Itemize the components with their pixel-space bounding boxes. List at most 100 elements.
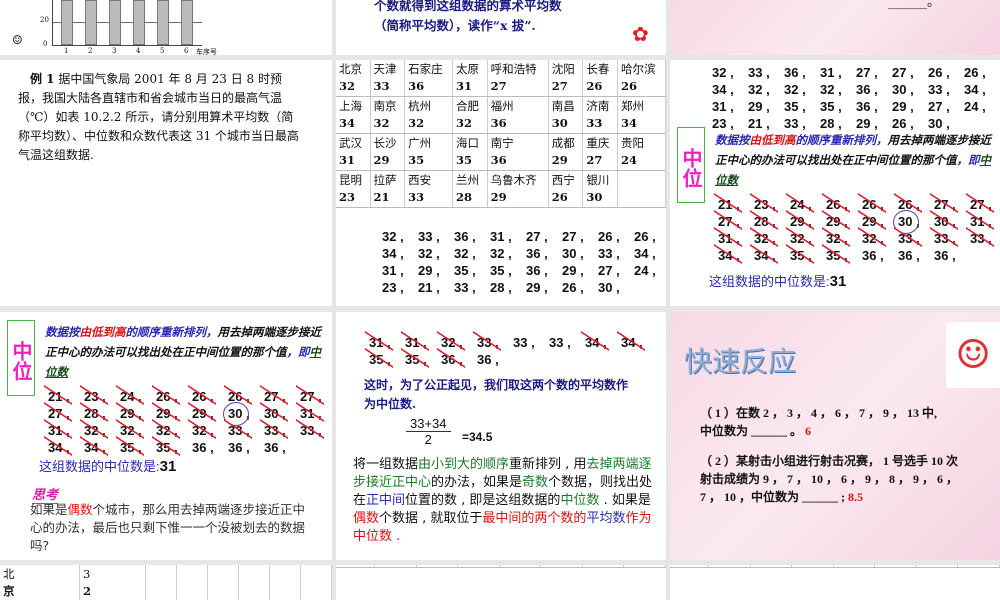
data-value: 34 ,: [634, 246, 656, 261]
slide-thumbnail-10[interactable]: 北京32: [0, 565, 332, 600]
data-value: 36 ,: [437, 348, 477, 368]
temperature: 33: [408, 190, 425, 204]
data-value: 26 ,: [562, 280, 584, 295]
slide-thumbnail-1[interactable]: 20 0 1 2 3 4 5 6 车序号 ☺: [0, 0, 332, 55]
number: 36: [477, 352, 492, 367]
temperature: 30: [586, 190, 603, 204]
data-value: 30 ,: [892, 82, 914, 97]
number: 32: [192, 423, 207, 438]
temperature: 27: [551, 79, 568, 93]
rule-segment: 正中间: [366, 493, 406, 508]
text-line: 个数就得到这组数据的算术平均数: [374, 0, 562, 13]
slide-thumbnail-4[interactable]: 例 1 据中国气象局 2001 年 8 月 23 日 8 时预报，我国大陆各直辖…: [0, 60, 332, 306]
chart-bar: [181, 0, 193, 45]
city-name: 西安: [408, 173, 432, 187]
city-name: 兰州: [456, 173, 480, 187]
city-name: 沈阳: [551, 62, 575, 76]
number: 32: [454, 246, 469, 261]
data-value: 36 ,: [192, 440, 214, 455]
slide-thumbnail-5[interactable]: 北京 32 天津 33 石家庄 36 太原 31 呼和浩特 27 沈阳 27 长春 26 哈尔滨 26 上海 34…: [336, 60, 666, 306]
answer: 8.5: [848, 490, 863, 504]
city-table: [336, 565, 666, 568]
number: 32: [748, 82, 763, 97]
temperature: 31: [339, 153, 356, 167]
table-cell: [269, 565, 301, 600]
number: 35: [784, 99, 799, 114]
question-2: （ 2 ）某射击小组进行射击况赛， 1 号选手 10 次 射击成绩为 9 ， 7…: [700, 452, 958, 506]
number: 32: [862, 231, 877, 246]
table-cell: 武汉 31: [336, 133, 371, 171]
text-line: 中位数为 ______ 。: [700, 424, 803, 438]
median-result: 这组数据的中位数是:31: [39, 456, 176, 475]
rule-segment: 奇数: [522, 475, 549, 490]
x-axis-label: 车序号: [196, 48, 217, 55]
chart-bar: [157, 0, 169, 45]
data-value: 21 ,: [418, 280, 440, 295]
data-value: 32 ,: [490, 246, 512, 261]
think-question: 如果是偶数个城市，那么用去掉两端逐步接近正中心的办法，最后也只剩下惟一一个没被划…: [30, 501, 315, 555]
table-cell: [874, 565, 917, 568]
data-value: 34 ,: [964, 82, 986, 97]
table-cell: [416, 565, 459, 568]
slide-thumbnail-9[interactable]: 快速反应 ☺ （ 1 ）在数 2 ， 3 ， 4 ， 6 ， 7 ， 9 ， 1…: [670, 312, 1000, 560]
data-value: 29 ,: [892, 99, 914, 114]
number: 36: [228, 440, 243, 455]
slide-thumbnail-2[interactable]: 个数就得到这组数据的算术平均数 （简称平均数），读作“x 拔”. ✿: [336, 0, 666, 55]
explain-segment: 的顺序重新排列，: [125, 325, 218, 339]
number: 34: [84, 440, 99, 455]
rule-segment: 的办法，如果是: [431, 475, 523, 490]
slide-thumbnail-11[interactable]: [336, 565, 666, 600]
table-row: 昆明 23 拉萨 21 西安 33 兰州 28 乌鲁木齐 29 西宁 26 银川 30: [336, 170, 666, 208]
text-line: （ 2 ）某射击小组进行射击况赛， 1 号选手 10 次: [700, 454, 959, 468]
data-value: 26 ,: [964, 65, 986, 80]
table-cell: [833, 565, 876, 568]
number: 35: [454, 263, 469, 278]
data-value: 32 ,: [712, 65, 734, 80]
table-row: [670, 565, 1000, 568]
data-value: 33 ,: [418, 229, 440, 244]
slide-thumbnail-12[interactable]: [670, 565, 1000, 600]
data-value: 32 ,: [784, 82, 806, 97]
table-cell: 福州 36: [487, 96, 549, 134]
number: 33: [513, 335, 528, 350]
city-name: 呼和浩特: [490, 62, 537, 76]
slide-thumbnail-7[interactable]: 中位 数据按由低到高的顺序重新排列，用去掉两端逐步接近正中心的办法可以找出处在正…: [0, 312, 332, 560]
slide-thumbnail-3[interactable]: ______。: [670, 0, 1000, 55]
table-cell: [750, 565, 793, 568]
slide-thumbnail-8[interactable]: 31 , 31 , 32 , 33 , 33 , 33 , 34 , 34 ,35 , 35 ,…: [336, 312, 666, 560]
data-value: 35 ,: [152, 436, 192, 456]
median-result-label: 这组数据的中位数是:: [39, 459, 160, 474]
data-value: 34 ,: [382, 246, 404, 261]
data-value: 31 ,: [382, 263, 404, 278]
slide-thumbnail-6[interactable]: 32 , 33 , 36 , 31 , 27 , 27 , 26 , 26 ,34 , 32 ,…: [670, 60, 1000, 306]
answer: 6: [805, 424, 812, 438]
number: 34: [712, 82, 727, 97]
data-value: 33 ,: [748, 65, 770, 80]
city-name: 昆明: [339, 173, 362, 187]
data-value: 36 ,: [228, 440, 250, 455]
data-value: 33 ,: [966, 227, 1000, 247]
city-name: 西宁: [551, 173, 575, 187]
chart-bar: [109, 0, 121, 45]
city-name: 南京: [373, 99, 397, 113]
number: 33: [970, 231, 985, 246]
city-name: 郑州: [621, 99, 645, 113]
temperature: 23: [339, 190, 356, 204]
data-value: 28 ,: [490, 280, 512, 295]
number: 33: [477, 335, 492, 350]
data-value: 29 ,: [418, 263, 440, 278]
median-result-value: 31: [159, 458, 177, 475]
city-temperature-table: 北京 32 天津 33 石家庄 36 太原 31 呼和浩特 27 沈阳 27 长春 26 哈尔滨 26 上海 34…: [336, 60, 666, 208]
table-cell: [540, 565, 583, 568]
data-value: 34 ,: [750, 244, 790, 264]
city-name: 北: [3, 567, 15, 581]
data-value: 35 ,: [116, 436, 156, 456]
number: 36: [856, 82, 871, 97]
table-cell: 上海 34: [336, 96, 371, 134]
explain-segment: 数据按: [715, 133, 750, 147]
number: 26: [928, 65, 943, 80]
data-value: 24 ,: [634, 263, 656, 278]
y-tick: 0: [43, 40, 48, 48]
data-value: 32 ,: [820, 82, 842, 97]
data-value: 33 ,: [598, 246, 620, 261]
